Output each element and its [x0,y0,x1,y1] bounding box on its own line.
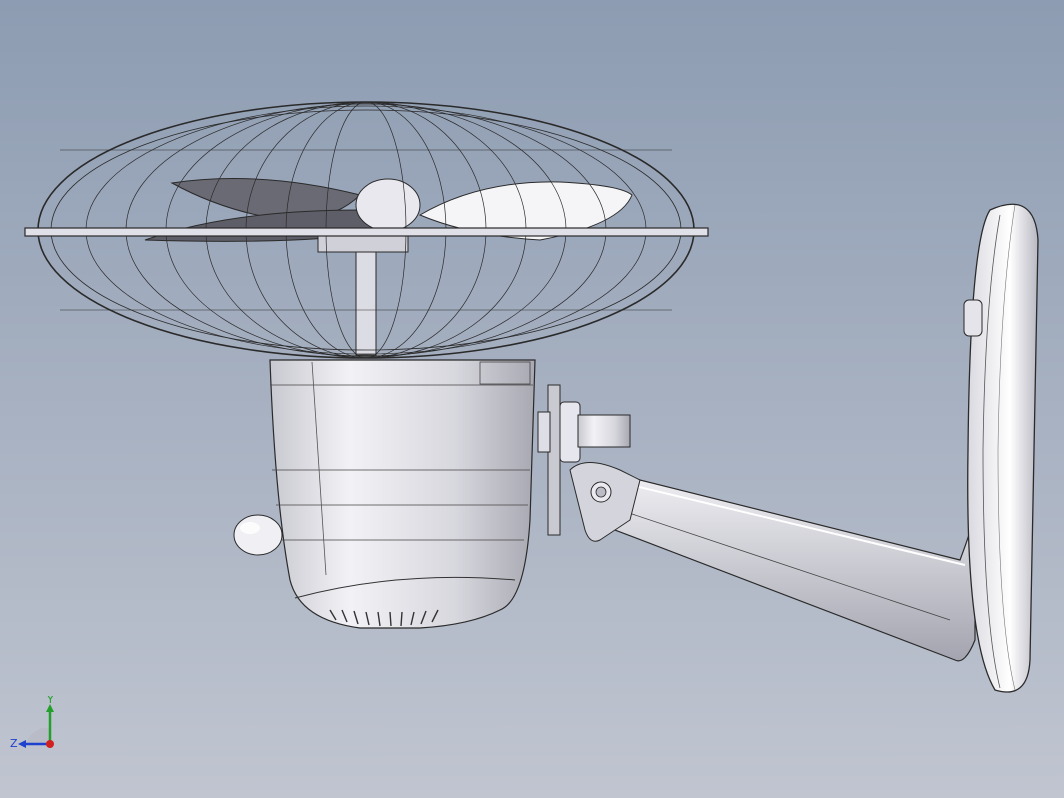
orientation-triad: Y Z [10,696,54,750]
swivel-bracket [537,384,641,542]
triad-plane [26,728,50,744]
y-axis-label: Y [46,696,54,706]
graphics-viewport[interactable]: Y Z [0,0,1064,798]
motor-housing [269,359,536,629]
fan-model[interactable] [0,0,1064,798]
x-axis-point [46,740,54,748]
z-axis-arrow [18,740,26,748]
wall-mount-plate [963,203,1039,693]
fan-blades [144,178,633,356]
wall-arm [599,469,976,662]
z-axis-label: Z [10,737,18,750]
knob [233,514,283,556]
